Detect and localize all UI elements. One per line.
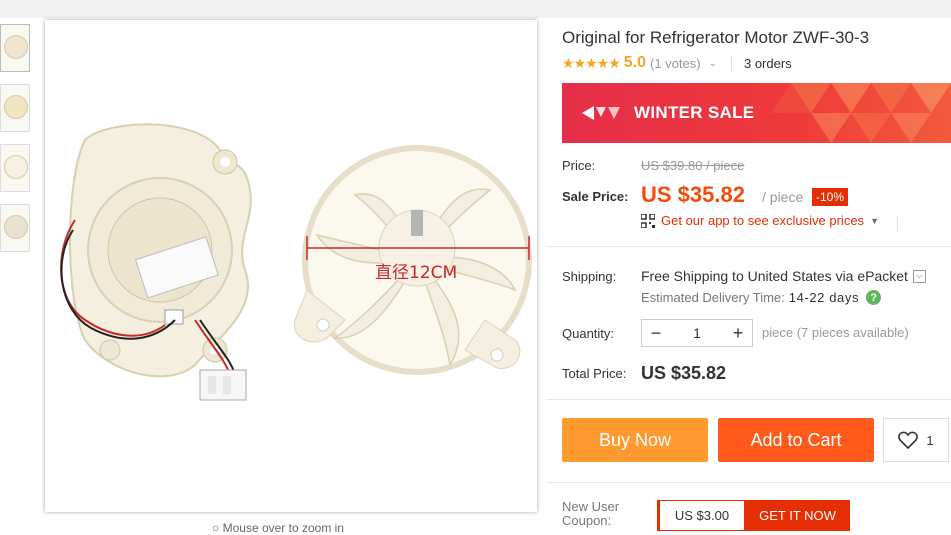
quantity-input[interactable]: 1 xyxy=(670,325,724,341)
discount-badge: -10% xyxy=(812,188,849,206)
shipping-destination: United States via ePacket xyxy=(747,268,908,284)
shipping-prefix: Free Shipping to xyxy=(641,268,744,284)
quantity-available: piece (7 pieces available) xyxy=(762,325,909,340)
votes-count[interactable]: (1 votes) xyxy=(650,56,701,71)
rating-value: 5.0 xyxy=(623,54,647,71)
get-coupon-button[interactable]: GET IT NOW xyxy=(745,500,850,531)
chevron-down-icon[interactable]: ⌵ xyxy=(912,269,926,283)
thumbnail-strip xyxy=(0,24,33,264)
coupon-label: New User Coupon: xyxy=(562,500,619,528)
price-label: Price: xyxy=(562,158,596,173)
total-price: US $35.82 xyxy=(641,363,727,383)
thumbnail[interactable] xyxy=(0,84,30,132)
orders-count: 3 orders xyxy=(743,55,792,71)
price-unit: / piece xyxy=(762,189,804,205)
estimate-label: Estimated Delivery Time: xyxy=(641,290,785,305)
product-title: Original for Refrigerator Motor ZWF-30-3 xyxy=(562,28,870,47)
fan-illustration: 直径12CM xyxy=(293,145,532,375)
section-divider xyxy=(546,399,951,400)
thumbnail[interactable] xyxy=(0,144,30,192)
banner-pattern xyxy=(771,83,951,143)
divider xyxy=(730,56,732,70)
heart-icon xyxy=(898,431,919,449)
total-price-label: Total Price: xyxy=(562,366,627,381)
increase-button[interactable]: + xyxy=(724,320,752,346)
coupon-label-line2: Coupon: xyxy=(562,513,612,528)
winter-sale-banner[interactable]: WINTER SALE xyxy=(562,83,951,143)
decrease-button[interactable]: − xyxy=(642,320,670,346)
app-link-text[interactable]: Get our app to see exclusive prices xyxy=(661,213,864,228)
sale-banner-text: WINTER SALE xyxy=(634,103,755,122)
caret-down-icon[interactable]: ▼ xyxy=(870,216,879,226)
coupon-label-line1: New User xyxy=(562,499,620,514)
rating-row: ★★★★★ 5.0 (1 votes) ⌄ 3 orders xyxy=(562,54,792,72)
original-price: US $39.80 / piece xyxy=(641,158,745,173)
chevron-down-icon[interactable]: ⌄ xyxy=(709,58,717,69)
shipping-info[interactable]: Free Shipping to United States via ePack… xyxy=(641,268,926,284)
delivery-estimate: Estimated Delivery Time: 14-22 days ? xyxy=(641,290,882,305)
top-bar xyxy=(0,0,951,18)
add-to-cart-button[interactable]: Add to Cart xyxy=(718,418,874,462)
section-divider xyxy=(546,246,951,247)
quantity-label: Quantity: xyxy=(562,326,615,341)
product-image[interactable]: 直径12CM xyxy=(45,20,537,512)
help-icon[interactable]: ? xyxy=(866,290,882,305)
zoom-hint-text: Mouse over to zoom in xyxy=(222,521,344,535)
wishlist-count: 1 xyxy=(926,432,934,448)
app-price-link[interactable]: Get our app to see exclusive prices ▼ xyxy=(641,213,879,228)
wishlist-button[interactable]: 1 xyxy=(883,418,949,462)
image-caption: 直径12CM xyxy=(375,263,457,283)
sale-price: US $35.82 xyxy=(641,182,745,207)
motor-housing-illustration xyxy=(60,123,252,401)
section-divider xyxy=(546,482,951,483)
estimate-days: 14-22 days xyxy=(788,290,860,305)
zoom-hint: ○ Mouse over to zoom in xyxy=(212,521,344,535)
coupon-amount: US $3.00 xyxy=(657,500,745,531)
thumbnail[interactable] xyxy=(0,204,30,252)
thumbnail[interactable] xyxy=(0,24,30,72)
star-rating-icon: ★★★★★ xyxy=(562,54,621,71)
divider xyxy=(897,216,898,230)
qr-code-icon xyxy=(641,213,655,228)
buy-now-button[interactable]: Buy Now xyxy=(562,418,708,462)
sale-price-label: Sale Price: xyxy=(562,189,629,204)
shipping-label: Shipping: xyxy=(562,269,617,284)
quantity-stepper[interactable]: − 1 + xyxy=(641,319,753,347)
sale-logo-icon xyxy=(582,106,620,120)
